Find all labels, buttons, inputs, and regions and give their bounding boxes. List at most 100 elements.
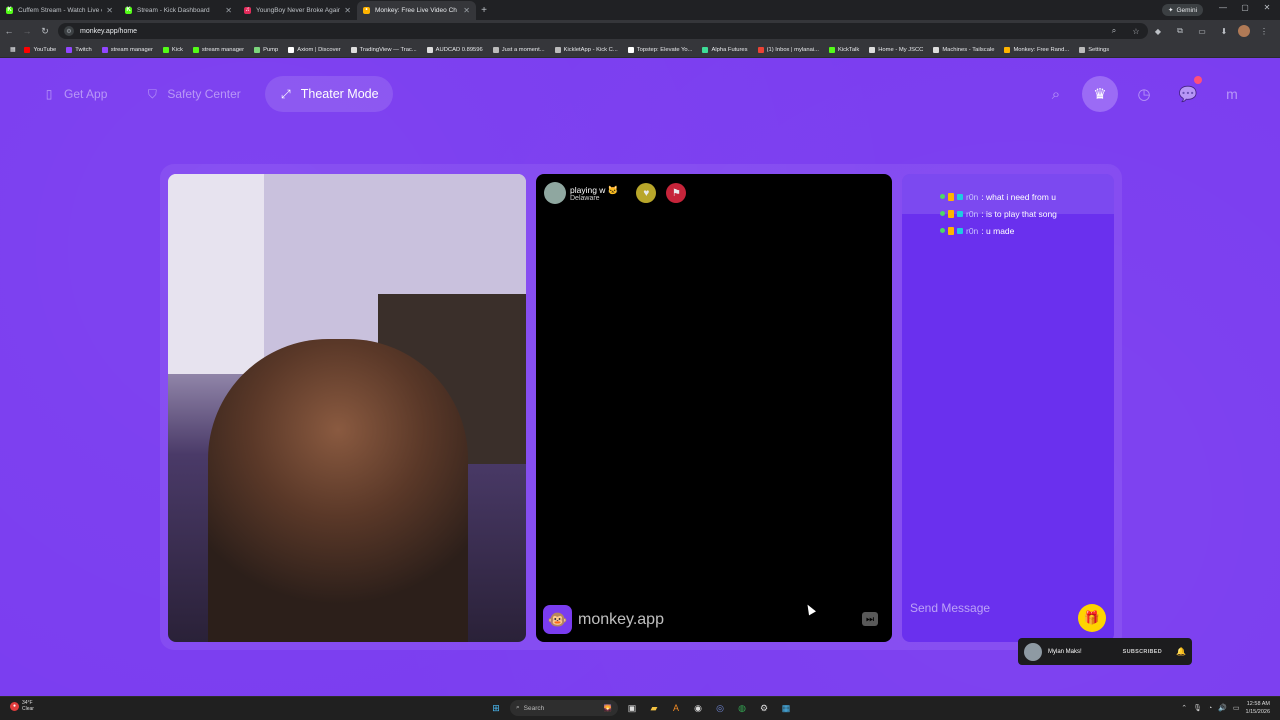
zoom-icon[interactable]: ⌕ <box>1106 23 1122 39</box>
chat-username[interactable]: r0n <box>966 192 978 202</box>
bookmark-item[interactable]: Twitch <box>61 43 96 57</box>
bookmark-item[interactable]: TradingView — Trac... <box>346 43 422 57</box>
wifi-icon[interactable]: ◔ <box>1208 705 1212 712</box>
history-icon[interactable]: ◷ <box>1126 76 1162 112</box>
windows-start-icon[interactable]: ⊞ <box>488 700 504 716</box>
bookmark-item[interactable]: stream manager <box>97 43 158 57</box>
get-app-label: Get App <box>64 87 108 101</box>
send-message-input[interactable]: Send Message <box>910 594 1106 622</box>
search-icon[interactable]: ⌕ <box>1038 76 1074 112</box>
system-clock[interactable]: 12:58 AM 1/15/2026 <box>1246 700 1270 716</box>
messages-icon[interactable]: 💬 <box>1170 76 1206 112</box>
profile-icon[interactable]: m <box>1214 76 1250 112</box>
maximize-icon[interactable]: ▢ <box>1235 3 1255 12</box>
bookmark-favicon-icon <box>1004 46 1011 53</box>
back-icon[interactable]: ← <box>0 22 18 40</box>
bookmark-label: Twitch <box>75 46 92 53</box>
bookmark-item[interactable]: KickTalk <box>824 43 864 57</box>
partner-avatar[interactable] <box>544 182 566 204</box>
crown-icon[interactable]: ♛ <box>1082 76 1118 112</box>
discord-icon[interactable]: ◎ <box>712 700 728 716</box>
bookmark-label: KickTalk <box>837 46 860 53</box>
browser-tab[interactable]: • Monkey: Free Live Video Ch ✕ <box>357 1 476 20</box>
reload-icon[interactable]: ↻ <box>36 22 54 40</box>
bookmark-item[interactable]: Monkey: Free Rand... <box>999 43 1074 57</box>
close-window-icon[interactable]: ✕ <box>1257 3 1277 12</box>
skip-next-icon[interactable]: ⏭ <box>862 612 878 626</box>
bookmark-item[interactable]: Settings <box>1074 43 1114 57</box>
online-dot-icon <box>940 194 945 199</box>
task-view-icon[interactable]: ▣ <box>624 700 640 716</box>
gift-icon[interactable]: 🎁 <box>1078 604 1106 632</box>
close-tab-icon[interactable]: ✕ <box>463 6 470 15</box>
bookmark-label: Home - My JSCC <box>878 46 924 53</box>
download-icon[interactable]: ⬇ <box>1216 23 1232 39</box>
chat-message: r0n: u made <box>940 222 1057 239</box>
bookmark-item[interactable]: Kick <box>158 43 188 57</box>
chat-username[interactable]: r0n <box>966 209 978 219</box>
file-explorer-icon[interactable]: ▰ <box>646 700 662 716</box>
browser-tab[interactable]: K Stream - Kick Dashboard ✕ <box>119 1 238 20</box>
menu-icon[interactable]: ⋮ <box>1256 23 1272 39</box>
bookmarks-bar: ▦ YouTube Twitch stream manager Kick stream … <box>0 42 1280 58</box>
chat-username[interactable]: r0n <box>966 226 978 236</box>
tab-title: Cuffem Stream - Watch Live on <box>18 7 103 14</box>
bookmark-favicon-icon <box>162 46 169 53</box>
bookmark-item[interactable]: AUDCAD 0.89596 <box>422 43 488 57</box>
bookmark-label: Machines - Tailscale <box>942 46 995 53</box>
calculator-icon[interactable]: ▦ <box>778 700 794 716</box>
settings-icon[interactable]: ⚙ <box>756 700 772 716</box>
site-info-icon[interactable]: ⚙ <box>64 26 74 36</box>
app-icon-a[interactable]: A <box>668 700 684 716</box>
extensions-puzzle-icon[interactable]: ⧉ <box>1172 23 1188 39</box>
tray-chevron-icon[interactable]: ⌃ <box>1181 704 1187 712</box>
bookmark-item[interactable]: Just a moment... <box>488 43 550 57</box>
battery-icon[interactable]: ▭ <box>1233 704 1240 712</box>
minimize-icon[interactable]: — <box>1213 3 1233 12</box>
bookmark-item[interactable]: (1) Inbox | mylanai... <box>753 43 824 57</box>
browser-tab[interactable]: K Cuffem Stream - Watch Live on ✕ <box>0 1 119 20</box>
video-stage: playing w 🐱 Delaware ♥ ⚑ 🐵 monkey.app ⏭ … <box>160 164 1122 650</box>
apps-icon[interactable]: ▦ <box>6 43 19 57</box>
heart-reaction-icon[interactable]: ♥ <box>636 183 657 203</box>
chrome-icon[interactable]: ◍ <box>734 700 750 716</box>
extension-icon[interactable]: ◆ <box>1150 23 1166 39</box>
browser-tab[interactable]: ♫ YoungBoy Never Broke Again - ✕ <box>238 1 357 20</box>
close-tab-icon[interactable]: ✕ <box>225 6 232 15</box>
bookmark-item[interactable]: Alpha Futures <box>697 43 752 57</box>
weather-icon: ● <box>10 701 19 711</box>
bookmark-item[interactable]: Pump <box>249 43 283 57</box>
theater-mode-button[interactable]: ⤢ Theater Mode <box>264 76 393 112</box>
bookmark-label: Kick <box>171 46 183 53</box>
bookmark-item[interactable]: KickletApp - Kick C... <box>550 43 623 57</box>
forward-icon[interactable]: → <box>18 22 36 40</box>
close-tab-icon[interactable]: ✕ <box>344 6 351 15</box>
volume-icon[interactable]: 🔊 <box>1218 704 1227 712</box>
taskbar-search[interactable]: ⌕ Search 🌄 <box>510 700 618 716</box>
microphone-icon[interactable]: 🎙 <box>1193 704 1202 712</box>
windows-taskbar: ● 34°F Clear ⊞ ⌕ Search 🌄 ▣ ▰ A ◉ ◎ ◍ ⚙ … <box>0 696 1280 720</box>
close-tab-icon[interactable]: ✕ <box>106 6 113 15</box>
bookmark-item[interactable]: Topstep: Elevate Yo... <box>623 43 698 57</box>
safety-center-button[interactable]: ⛉ Safety Center <box>131 76 254 112</box>
online-dot-icon <box>940 228 945 233</box>
get-app-button[interactable]: ▯ Get App <box>28 76 121 112</box>
bookmark-label: Topstep: Elevate Yo... <box>636 46 693 53</box>
new-tab-button[interactable]: + <box>476 1 492 20</box>
bookmark-item[interactable]: Home - My JSCC <box>864 43 928 57</box>
clock-date: 1/15/2026 <box>1245 709 1270 715</box>
report-badge-icon[interactable]: ⚑ <box>666 183 687 203</box>
bell-icon: 🔔 <box>1176 647 1186 656</box>
bookmark-item[interactable]: YouTube <box>19 43 61 57</box>
bookmark-label: AUDCAD 0.89596 <box>435 46 483 53</box>
weather-widget[interactable]: ● 34°F Clear <box>10 700 34 712</box>
bookmark-item[interactable]: Machines - Tailscale <box>928 43 999 57</box>
bookmark-star-icon[interactable]: ☆ <box>1128 23 1144 39</box>
obs-icon[interactable]: ◉ <box>690 700 706 716</box>
bookmark-item[interactable]: Axiom | Discover <box>283 43 345 57</box>
bookmark-item[interactable]: stream manager <box>188 43 249 57</box>
address-bar[interactable]: ⚙ monkey.app/home <box>58 23 1148 39</box>
profile-avatar[interactable] <box>1238 25 1250 37</box>
gemini-button[interactable]: ✦ Gemini <box>1162 4 1204 16</box>
tab-search-icon[interactable]: ▭ <box>1194 23 1210 39</box>
